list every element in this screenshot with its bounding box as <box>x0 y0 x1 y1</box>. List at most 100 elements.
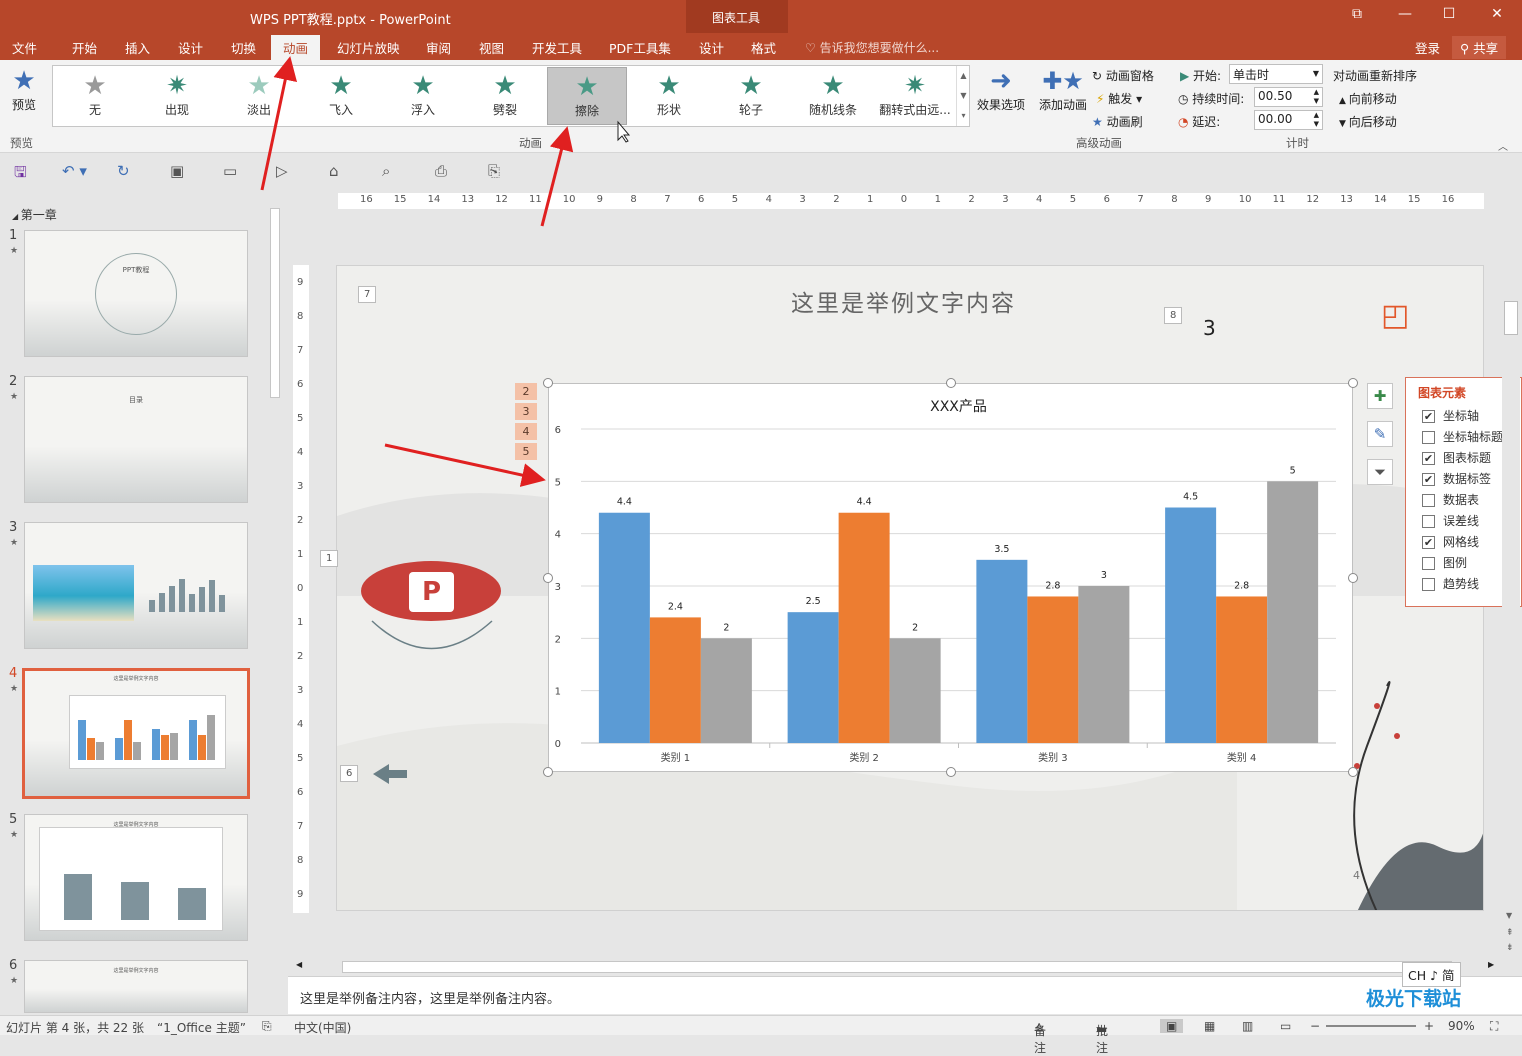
chart-object[interactable]: XXX产品 0 1 2 3 4 5 6 4.4 2.4 2 类别 1 2.5 4.4 2 类别 2 3.5 2.8… <box>548 383 1353 772</box>
save-icon[interactable]: 🖫 <box>14 162 27 187</box>
animation-effect-3[interactable]: ★ 飞入 <box>301 67 381 125</box>
move-earlier-button[interactable]: ▲ 向前移动 <box>1339 90 1397 107</box>
share-button[interactable]: ⚲ 共享 <box>1452 36 1507 59</box>
sorter-view-icon[interactable]: ▦ <box>1204 1019 1215 1033</box>
chart-styles-button[interactable]: ✎ <box>1367 421 1393 447</box>
next-slide-icon[interactable]: ⇟ <box>1506 943 1514 953</box>
language[interactable]: 中文(中国) <box>294 1019 351 1036</box>
export-icon[interactable]: ⎘ <box>488 162 500 180</box>
animation-order-tag[interactable]: 4 <box>515 423 537 440</box>
resize-handle[interactable] <box>543 572 553 583</box>
bar[interactable] <box>1267 481 1319 743</box>
animation-tag-8[interactable]: 8 <box>1164 307 1183 324</box>
collapse-ribbon-icon[interactable]: ︿ <box>1498 138 1508 153</box>
animation-effect-6[interactable]: ★ 擦除 <box>547 67 627 125</box>
chart-elements-button[interactable]: ✚ <box>1367 383 1393 409</box>
editor-scroll-thumb[interactable] <box>1504 301 1518 335</box>
slide-thumbnail-1[interactable]: PPT教程 <box>24 230 248 357</box>
reading-view-icon[interactable]: ▥ <box>1242 1019 1253 1033</box>
animation-order-tag[interactable]: 2 <box>515 383 537 400</box>
move-later-button[interactable]: ▼ 向后移动 <box>1339 113 1397 130</box>
undo-icon[interactable]: ↶ ▾ <box>62 162 87 180</box>
chart-element-option[interactable]: 误差线 <box>1422 512 1479 529</box>
chart-element-option[interactable]: ✔ 数据标签 <box>1422 470 1491 487</box>
slide-thumbnail-2[interactable]: 目录 <box>24 376 248 503</box>
slide-thumbnail-6[interactable]: 这里是举例文字内容 <box>24 960 248 1013</box>
scroll-right-icon[interactable]: ▶ <box>1488 960 1494 969</box>
checkbox-checked-icon[interactable]: ✔ <box>1422 536 1435 549</box>
animation-tag-7[interactable]: 7 <box>358 286 377 303</box>
scroll-left-icon[interactable]: ◀ <box>296 960 302 969</box>
checkbox-empty-icon[interactable] <box>1422 578 1435 591</box>
chart-element-option[interactable]: 趋势线 <box>1422 575 1479 592</box>
thumbnail-scroll-thumb[interactable] <box>270 208 280 398</box>
animation-effect-1[interactable]: ✷ 出现 <box>137 67 217 125</box>
zoom-slider[interactable] <box>1326 1025 1416 1027</box>
animation-pane-button[interactable]: ↻ 动画窗格 <box>1092 67 1154 84</box>
restore-ribbon-icon[interactable]: ⧉ <box>1342 6 1372 22</box>
slide-thumbnail-5[interactable]: 这里是举例文字内容 <box>24 814 248 941</box>
tab-chart-format[interactable]: 格式 <box>751 38 776 57</box>
checkbox-checked-icon[interactable]: ✔ <box>1422 473 1435 486</box>
tab-design[interactable]: 设计 <box>178 38 203 57</box>
spellcheck-icon[interactable]: ⎘ <box>262 1019 272 1034</box>
notes-pane[interactable]: 这里是举例备注内容，这里是举例备注内容。 <box>288 976 1522 1014</box>
bar[interactable] <box>598 512 650 743</box>
thumbnail-scrollbar[interactable] <box>268 192 282 1014</box>
chart-element-option[interactable]: ✔ 坐标轴 <box>1422 407 1479 424</box>
chart-element-option[interactable]: 坐标轴标题 <box>1422 428 1503 445</box>
tab-pdf[interactable]: PDF工具集 <box>609 38 671 57</box>
bar[interactable] <box>1165 507 1217 744</box>
bar[interactable] <box>976 559 1028 743</box>
bar[interactable] <box>700 638 752 743</box>
add-animation-button[interactable]: ✚★ 添加动画 <box>1036 66 1090 113</box>
chart-element-option[interactable]: ✔ 网格线 <box>1422 533 1479 550</box>
delay-spinner-icon[interactable]: ▲ ▼ <box>1314 111 1319 129</box>
bar[interactable] <box>1078 586 1130 743</box>
editor-vertical-scrollbar[interactable]: ▼ ⇞ ⇟ <box>1502 193 1520 958</box>
resize-handle[interactable] <box>945 767 956 777</box>
resize-handle[interactable] <box>543 378 553 388</box>
trigger-button[interactable]: ⚡ 触发 ▾ <box>1096 90 1142 107</box>
animation-order-tag[interactable]: 3 <box>515 403 537 420</box>
bar[interactable] <box>787 612 839 743</box>
tab-view[interactable]: 视图 <box>479 38 504 57</box>
animation-effect-9[interactable]: ★ 随机线条 <box>793 67 873 125</box>
checkbox-empty-icon[interactable] <box>1422 431 1435 444</box>
layout-icon[interactable]: ▭ <box>223 162 237 180</box>
animation-effect-8[interactable]: ★ 轮子 <box>711 67 791 125</box>
checkbox-checked-icon[interactable]: ✔ <box>1422 452 1435 465</box>
slide-big-number[interactable]: 3 <box>1203 316 1216 340</box>
duration-spinner[interactable]: 00.50 ▲ ▼ <box>1254 87 1323 107</box>
resize-handle[interactable] <box>543 767 553 777</box>
normal-view-icon[interactable]: ▣ <box>1160 1019 1184 1033</box>
chart-element-option[interactable]: 数据表 <box>1422 491 1479 508</box>
effect-options-button[interactable]: ➜ 效果选项 <box>974 66 1028 113</box>
animation-effect-4[interactable]: ★ 浮入 <box>383 67 463 125</box>
start-select[interactable]: 单击时 ▼ <box>1229 64 1323 84</box>
notes-text[interactable]: 这里是举例备注内容，这里是举例备注内容。 <box>300 988 560 1007</box>
slide-title[interactable]: 这里是举例文字内容 <box>791 284 1016 318</box>
tell-me-box[interactable]: ♡ 告诉我您想要做什么... <box>805 39 939 56</box>
chart-element-option[interactable]: ✔ 图表标题 <box>1422 449 1491 466</box>
section-header[interactable]: ◢ 第一章 <box>12 206 57 223</box>
tab-animations[interactable]: 动画 <box>271 35 321 60</box>
tab-developer[interactable]: 开发工具 <box>532 38 582 57</box>
prev-slide-icon[interactable]: ⇞ <box>1506 928 1514 938</box>
chart-filter-icon[interactable]: ⏷ <box>1367 459 1393 485</box>
tab-file[interactable]: 文件 <box>12 38 37 57</box>
tab-chart-design[interactable]: 设计 <box>699 38 724 57</box>
editor-horizontal-scrollbar[interactable]: ◀ ▶ <box>292 958 1502 976</box>
animation-effect-0[interactable]: ★ 无 <box>55 67 135 125</box>
animation-tag-1[interactable]: 1 <box>320 550 339 567</box>
checkbox-empty-icon[interactable] <box>1422 515 1435 528</box>
animation-painter-button[interactable]: ★ 动画刷 <box>1092 113 1143 130</box>
scroll-down-icon[interactable]: ▼ <box>1506 911 1512 920</box>
bar[interactable] <box>1216 596 1268 743</box>
resize-handle[interactable] <box>1348 378 1358 388</box>
close-button[interactable]: ✕ <box>1482 6 1512 22</box>
print-preview-icon[interactable]: ⌕ <box>382 162 390 180</box>
bar[interactable] <box>889 638 941 743</box>
animation-effect-10[interactable]: ✷ 翻转式由远... <box>875 67 955 125</box>
animation-tag-6[interactable]: 6 <box>340 765 359 782</box>
